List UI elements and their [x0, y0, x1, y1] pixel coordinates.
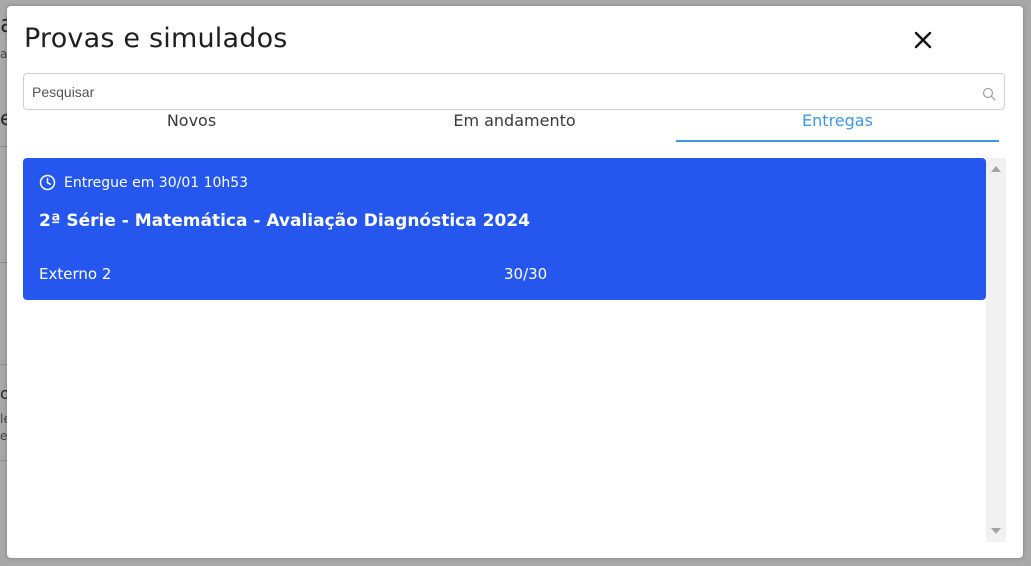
background-divider	[0, 460, 7, 461]
scroll-down-arrow[interactable]	[991, 528, 1001, 534]
delivery-date-label: Entregue em 30/01 10h53	[64, 174, 249, 191]
delivery-title: 2ª Série - Matemática - Avaliação Diagnó…	[39, 211, 530, 231]
delivery-card[interactable]: Entregue em 30/01 10h53 2ª Série - Matem…	[23, 158, 986, 300]
close-button[interactable]	[911, 28, 935, 52]
search-input[interactable]	[32, 74, 962, 109]
provas-modal: Provas e simulados Novos Em andamento En…	[7, 6, 1023, 558]
delivery-school: Externo 2	[39, 265, 112, 283]
search-icon[interactable]	[982, 86, 996, 101]
tab-em-andamento[interactable]: Em andamento	[353, 110, 676, 142]
background-divider	[0, 364, 7, 365]
tabs: Novos Em andamento Entregas	[30, 110, 999, 144]
scrollbar[interactable]	[986, 158, 1006, 542]
clock-icon	[39, 174, 56, 191]
background-divider	[0, 262, 7, 263]
modal-title: Provas e simulados	[24, 23, 288, 54]
search-box	[23, 73, 1005, 110]
background-divider	[0, 146, 7, 147]
tab-novos[interactable]: Novos	[30, 110, 353, 142]
close-icon	[914, 31, 932, 49]
deliveries-list: Entregue em 30/01 10h53 2ª Série - Matem…	[23, 158, 1006, 542]
tab-entregas[interactable]: Entregas	[676, 110, 999, 142]
active-tab-indicator	[676, 140, 999, 142]
scroll-up-arrow[interactable]	[991, 166, 1001, 172]
delivery-date: Entregue em 30/01 10h53	[39, 174, 248, 191]
delivery-score: 30/30	[504, 265, 548, 283]
